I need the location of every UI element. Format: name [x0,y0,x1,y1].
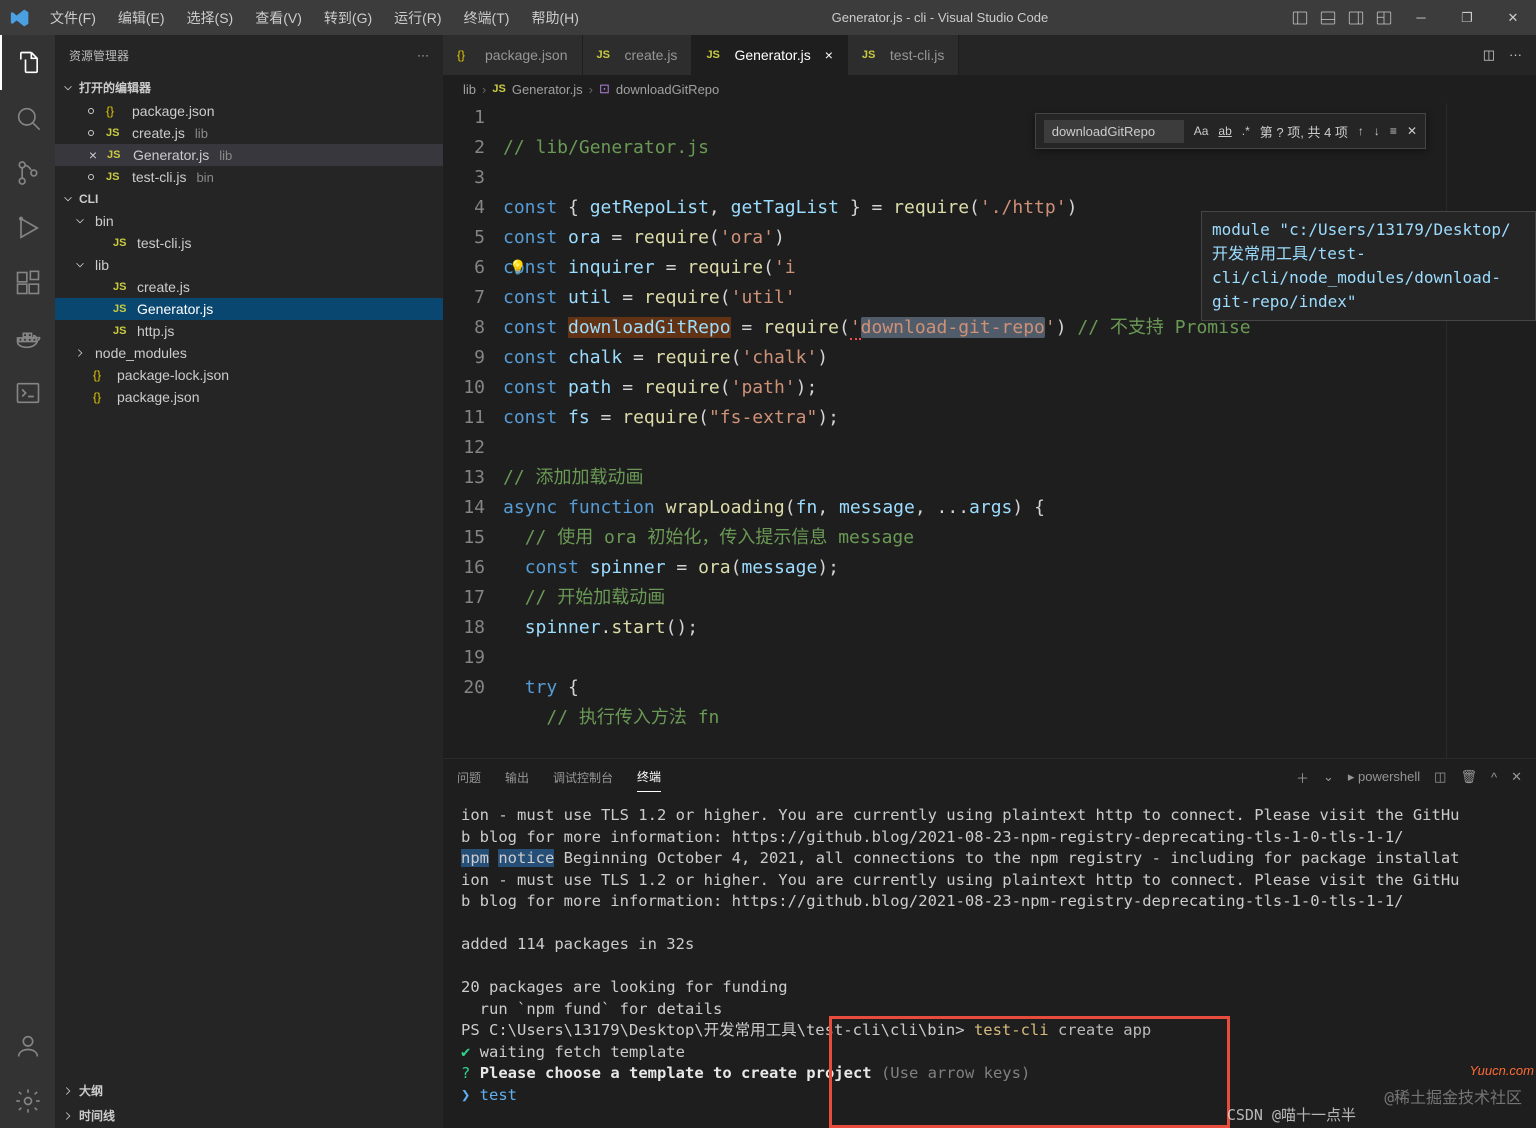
extensions-tab[interactable] [0,255,55,310]
close-tab-icon[interactable]: × [825,47,833,63]
editor-tab[interactable]: JStest-cli.js [848,35,959,75]
minimize-button[interactable]: ─ [1398,0,1444,35]
panel-tab-terminal[interactable]: 终端 [637,762,661,792]
minimap[interactable] [1446,103,1536,758]
tree-item[interactable]: JShttp.js [55,320,443,342]
layout-left-icon[interactable] [1291,9,1309,27]
menu-go[interactable]: 转到(G) [314,2,382,34]
yuu-watermark: Yuucn.com [1469,1063,1534,1078]
editor-area: {}package.jsonJScreate.jsJSGenerator.js×… [443,35,1536,1128]
layout-bottom-icon[interactable] [1319,9,1337,27]
menu-edit[interactable]: 编辑(E) [108,2,175,34]
menu-run[interactable]: 运行(R) [384,2,451,34]
tree-item[interactable]: JScreate.js [55,276,443,298]
breadcrumb[interactable]: lib› JSGenerator.js› ⊡downloadGitRepo [443,75,1536,103]
titlebar: 文件(F) 编辑(E) 选择(S) 查看(V) 转到(G) 运行(R) 终端(T… [0,0,1536,35]
next-match-icon[interactable]: ↓ [1374,124,1380,138]
editor-tab[interactable]: JSGenerator.js× [692,35,847,75]
editor-tabs: {}package.jsonJScreate.jsJSGenerator.js×… [443,35,1536,75]
terminal-output[interactable]: ion - must use TLS 1.2 or higher. You ar… [443,795,1536,1128]
watermark2: CSDN @喵十一点半 [1227,1105,1356,1127]
close-panel-icon[interactable]: ✕ [1511,769,1522,785]
open-editors-header[interactable]: 打开的编辑器 [55,75,443,100]
source-control-tab[interactable] [0,145,55,200]
more-icon[interactable]: ··· [1509,47,1522,63]
editor-tab[interactable]: {}package.json [443,35,583,75]
find-result: 第 ? 项, 共 4 项 [1260,122,1348,141]
code-content[interactable]: 💡// lib/Generator.js const { getRepoList… [503,103,1446,758]
line-gutter: 1234567891011121314151617181920 [443,103,503,758]
open-editor-item[interactable]: JScreate.jslib [55,122,443,144]
split-terminal-icon[interactable]: ◫ [1434,769,1446,785]
hover-tooltip: module "c:/Users/13179/Desktop/开发常用工具/te… [1201,211,1536,321]
close-icon[interactable]: × [85,147,101,163]
find-input[interactable] [1044,120,1184,143]
find-widget[interactable]: Aa ab .* 第 ? 项, 共 4 项 ↑ ↓ ≡ ✕ [1035,113,1426,149]
panel-tab-debug[interactable]: 调试控制台 [553,763,613,792]
more-icon[interactable]: ··· [417,48,429,62]
chevron-right-icon [61,1109,75,1123]
panel-tab-output[interactable]: 输出 [505,763,529,792]
chevron-down-icon [61,192,75,206]
open-editor-item[interactable]: JStest-cli.jsbin [55,166,443,188]
tree-item[interactable]: {}package.json [55,386,443,408]
watermark: @稀土掘金技术社区 [1384,1087,1522,1109]
tree-item[interactable]: lib [55,254,443,276]
docker-tab[interactable] [0,310,55,365]
open-editor-item[interactable]: ×JSGenerator.jslib [55,144,443,166]
match-case-icon[interactable]: Aa [1194,124,1209,138]
vscode-logo-icon [10,8,30,28]
tree-item[interactable]: JStest-cli.js [55,232,443,254]
regex-icon[interactable]: .* [1242,124,1250,138]
layout-custom-icon[interactable] [1375,9,1393,27]
layout-right-icon[interactable] [1347,9,1365,27]
code-editor[interactable]: 1234567891011121314151617181920 💡// lib/… [443,103,1536,758]
outline-header[interactable]: 大纲 [55,1078,443,1103]
menu-terminal[interactable]: 终端(T) [454,2,520,34]
search-tab[interactable] [0,90,55,145]
window-title: Generator.js - cli - Visual Studio Code [589,10,1291,25]
settings-tab[interactable] [0,1073,55,1128]
menu-selection[interactable]: 选择(S) [177,2,244,34]
menu-view[interactable]: 查看(V) [245,2,312,34]
open-editor-item[interactable]: {}package.json [55,100,443,122]
accounts-tab[interactable] [0,1018,55,1073]
tree-item[interactable]: {}package-lock.json [55,364,443,386]
close-button[interactable]: ✕ [1490,0,1536,35]
project-header[interactable]: CLI [55,188,443,210]
sidebar-title: 资源管理器 [69,47,129,64]
editor-tab[interactable]: JScreate.js [583,35,693,75]
maximize-panel-icon[interactable]: ^ [1491,770,1497,785]
terminal-tab[interactable] [0,365,55,420]
maximize-button[interactable]: ❐ [1444,0,1490,35]
terminal-dropdown-icon[interactable]: ⌄ [1323,769,1334,785]
menu-help[interactable]: 帮助(H) [521,2,588,34]
menu-file[interactable]: 文件(F) [40,2,106,34]
close-find-icon[interactable]: ✕ [1407,124,1417,138]
tree-item[interactable]: bin [55,210,443,232]
split-icon[interactable]: ◫ [1483,47,1495,63]
kill-terminal-icon[interactable]: 🗑 [1460,769,1477,785]
activity-bar [0,35,55,1128]
lightbulb-icon[interactable]: 💡 [509,253,526,283]
panel-tab-problems[interactable]: 问题 [457,763,481,792]
new-terminal-icon[interactable]: ＋ [1296,768,1309,787]
menubar: 文件(F) 编辑(E) 选择(S) 查看(V) 转到(G) 运行(R) 终端(T… [40,2,589,34]
find-in-selection-icon[interactable]: ≡ [1390,124,1397,138]
bottom-panel: 问题 输出 调试控制台 终端 ＋ ⌄ ▸ powershell ◫ 🗑 ^ ✕ i… [443,758,1536,1128]
tree-item[interactable]: node_modules [55,342,443,364]
prev-match-icon[interactable]: ↑ [1358,124,1364,138]
explorer-tab[interactable] [0,35,55,90]
timeline-header[interactable]: 时间线 [55,1103,443,1128]
terminal-shell-label[interactable]: ▸ powershell [1348,769,1420,785]
tree-item[interactable]: JSGenerator.js [55,298,443,320]
sidebar: 资源管理器 ··· 打开的编辑器 {}package.jsonJScreate.… [55,35,443,1128]
chevron-right-icon [61,1084,75,1098]
whole-word-icon[interactable]: ab [1218,124,1231,138]
run-debug-tab[interactable] [0,200,55,255]
chevron-down-icon [61,81,75,95]
